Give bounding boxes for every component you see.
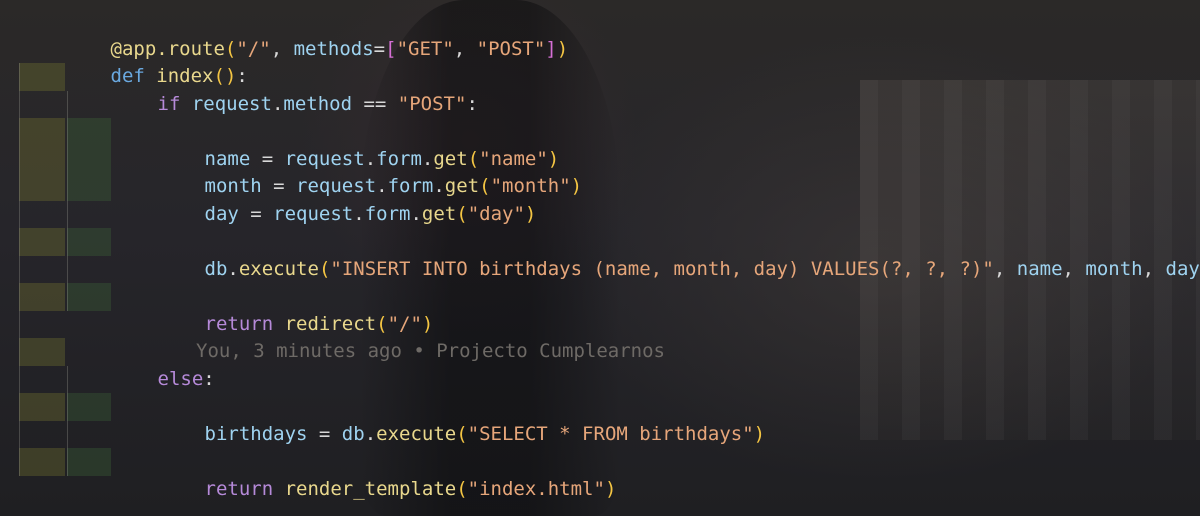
code-area[interactable]: @app.route("/", methods=["GET", "POST"])…	[0, 8, 1200, 500]
code-line[interactable]	[0, 310, 1200, 338]
code-line[interactable]	[0, 365, 1200, 393]
token-bracket: (	[456, 477, 468, 500]
indent-guide-line	[67, 173, 68, 201]
indent-guide	[19, 448, 65, 476]
indent-guide-line	[19, 145, 20, 173]
code-line[interactable]: month = request.form.get("month")	[0, 145, 1200, 197]
indent-guide-line	[19, 118, 20, 146]
code-line[interactable]: name = request.form.get("name")	[0, 118, 1200, 170]
indent-guide-line	[19, 90, 20, 118]
indent-guide-line	[67, 145, 68, 173]
code-line[interactable]: else: You, 3 minutes ago • Projecto Cump…	[0, 338, 1200, 390]
indent-guide-line	[19, 448, 20, 476]
token-bracket: )	[604, 477, 617, 500]
code-line[interactable]: def index():	[0, 36, 1200, 87]
code-line[interactable]: return render_template("index.html")	[0, 448, 1200, 500]
indent-guide-line	[67, 283, 68, 311]
indent-guide	[67, 118, 111, 146]
indent-guide-line	[67, 255, 68, 283]
indent-guide	[67, 448, 111, 476]
token-function: render_template	[284, 477, 457, 500]
indent-guide-line	[19, 283, 20, 311]
indent-guide-line	[19, 228, 20, 256]
indent-guide	[19, 63, 65, 91]
indent-guide-line	[67, 393, 68, 421]
indent-guide	[19, 145, 65, 173]
indent-guide	[67, 173, 111, 201]
indent-guide	[19, 393, 65, 421]
indent-guide-line	[67, 420, 68, 448]
indent-guide-line	[19, 310, 20, 338]
indent-guide-line	[19, 255, 20, 283]
indent-guide-line	[67, 448, 68, 476]
indent-guide-line	[19, 338, 20, 366]
indent-guide	[19, 338, 65, 366]
indent-guide-line	[67, 228, 68, 256]
indent-guide	[19, 173, 65, 201]
indent-guide	[67, 145, 111, 173]
indent-guide	[19, 283, 65, 311]
code-line[interactable]	[0, 90, 1200, 118]
code-line[interactable]	[0, 420, 1200, 448]
indent-guide-line	[19, 63, 20, 91]
code-line[interactable]: @app.route("/", methods=["GET", "POST"])	[0, 8, 1200, 60]
indent-guide	[19, 118, 65, 146]
indent-guide	[67, 228, 111, 256]
indent-guide-line	[67, 118, 68, 146]
code-line[interactable]: day = request.form.get("day")	[0, 173, 1200, 225]
indent-guide-line	[67, 200, 68, 228]
code-line[interactable]: db.execute("INSERT INTO birthdays (name,…	[0, 228, 1200, 280]
indent-guide-line	[19, 393, 20, 421]
indent-guide	[19, 228, 65, 256]
indent-guide-line	[19, 173, 20, 201]
git-blame-annotation[interactable]: You, 3 minutes ago • Projecto Cumplearno…	[196, 338, 665, 366]
indent-guide	[67, 393, 111, 421]
indent-guide-line	[67, 365, 68, 393]
code-line[interactable]	[0, 255, 1200, 283]
indent-guide-line	[19, 420, 20, 448]
code-line[interactable]	[0, 200, 1200, 228]
indent-guide-line	[19, 365, 20, 393]
code-line[interactable]: if request.method == "POST":	[0, 63, 1200, 115]
token-string: "index.html"	[467, 477, 605, 500]
code-editor[interactable]: @app.route("/", methods=["GET", "POST"])…	[0, 0, 1200, 516]
indent-guide-line	[67, 90, 68, 118]
code-line[interactable]: return redirect("/")	[0, 283, 1200, 335]
indent-guide-line	[19, 200, 20, 228]
token-keyword: return	[204, 477, 274, 500]
code-line[interactable]: birthdays = db.execute("SELECT * FROM bi…	[0, 393, 1200, 445]
indent-guide	[67, 283, 111, 311]
